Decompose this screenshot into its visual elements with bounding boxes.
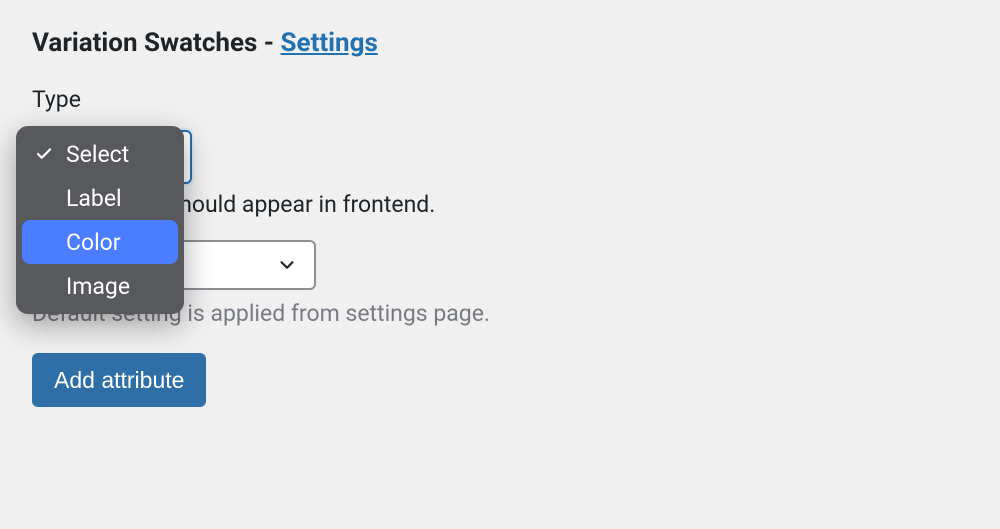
page-title: Variation Swatches - Settings: [32, 28, 968, 58]
settings-page: Variation Swatches - Settings Type this …: [0, 0, 1000, 529]
settings-link[interactable]: Settings: [281, 28, 378, 58]
add-attribute-button[interactable]: Add attribute: [32, 353, 206, 407]
type-option-label: Select: [66, 141, 129, 168]
type-dropdown-menu: Select Label Color Image: [16, 126, 184, 314]
chevron-down-icon: [276, 254, 298, 276]
type-option-label: Color: [66, 229, 121, 256]
check-icon: [34, 144, 54, 164]
type-option-color[interactable]: Color: [22, 220, 178, 264]
type-label: Type: [32, 86, 968, 113]
type-option-select[interactable]: Select: [22, 132, 178, 176]
type-option-label: Label: [66, 185, 122, 212]
type-option-label-opt[interactable]: Label: [22, 176, 178, 220]
type-option-image[interactable]: Image: [22, 264, 178, 308]
type-option-label: Image: [66, 273, 130, 300]
page-title-prefix: Variation Swatches -: [32, 28, 281, 58]
